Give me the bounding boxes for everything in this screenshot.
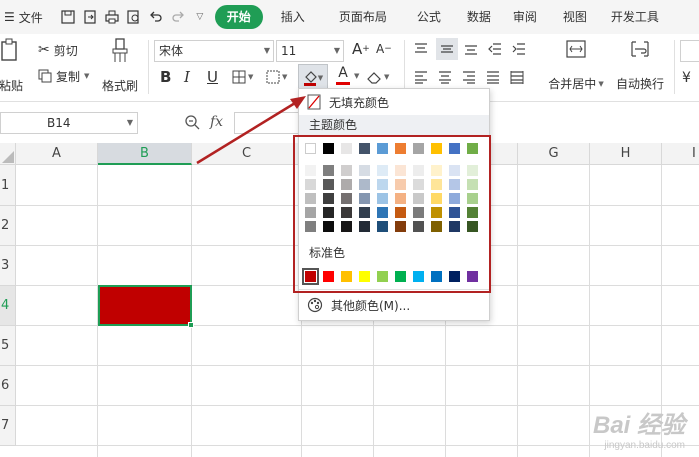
annotation-arrow — [196, 96, 306, 165]
watermark-brand: Bai 经验 — [592, 412, 685, 439]
baidu-watermark: Bai 经验 jingyan.baidu.com — [593, 405, 685, 451]
watermark-url: jingyan.baidu.com — [604, 440, 685, 451]
